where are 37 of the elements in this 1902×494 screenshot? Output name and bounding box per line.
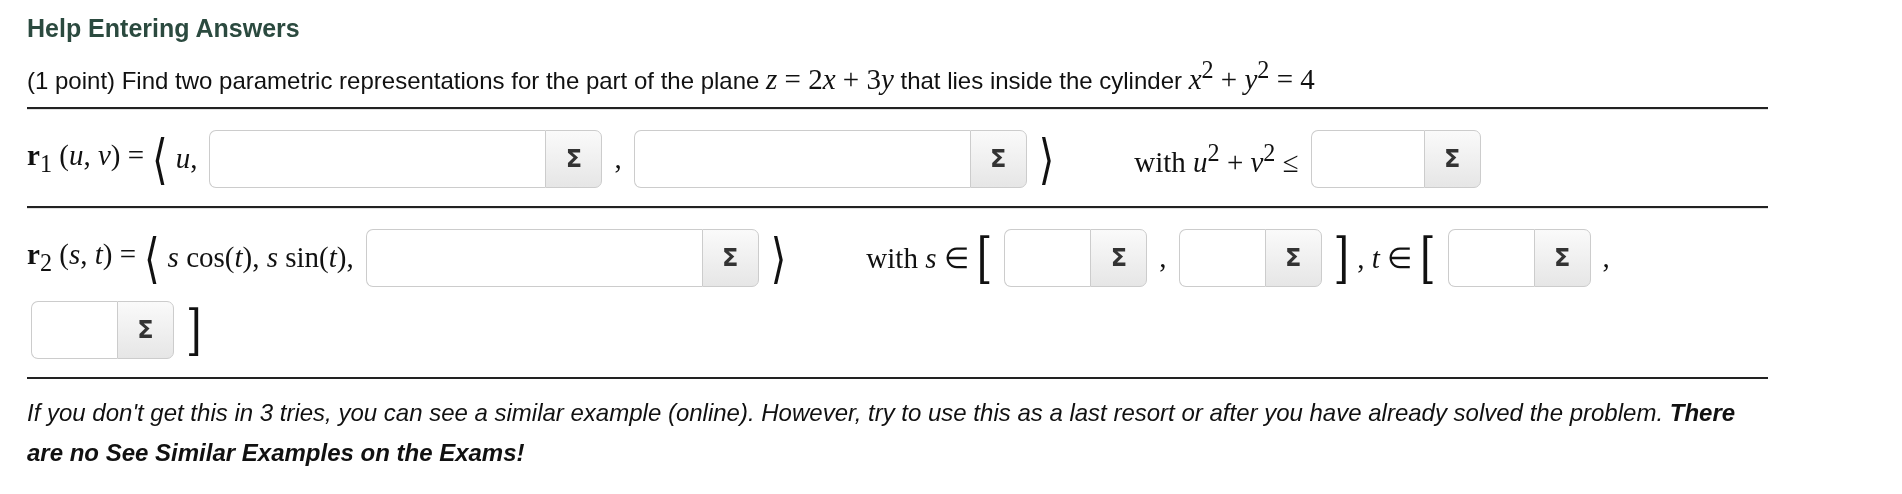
answer-field[interactable] <box>633 129 970 188</box>
math-delimiter: [ <box>976 225 993 291</box>
math-expression: r$_{1}$ (u, v) = <box>27 139 144 179</box>
equation-editor-button[interactable]: Σ <box>1533 228 1591 287</box>
math-delimiter: ⟨ <box>152 126 168 192</box>
math-delimiter: ⟩ <box>1038 126 1055 192</box>
answer-field[interactable] <box>31 300 117 359</box>
answer-field[interactable] <box>1447 228 1534 287</box>
math-expression: r$_{2}$ (s, t) = <box>27 238 136 278</box>
problem-statement: (1 point) Find two parametric representations for the part of the plane z = 2x + 3y that lies inside the cylinder x$^{2}$ + y$^{2}$ = 4 <box>27 50 1768 109</box>
equation-editor-button[interactable]: Σ <box>1264 228 1322 287</box>
answer-field[interactable] <box>1310 129 1424 188</box>
equation-editor-button[interactable]: Σ <box>117 300 174 359</box>
equation-editor-button[interactable]: Σ <box>1090 228 1148 287</box>
help-heading[interactable]: Help Entering Answers <box>27 10 300 46</box>
answer-field[interactable] <box>1178 228 1265 287</box>
math-expression: , <box>1602 241 1610 275</box>
math-delimiter: ] <box>186 297 202 363</box>
math-delimiter: ⟩ <box>770 225 787 291</box>
math-delimiter: ⟨ <box>144 225 160 291</box>
equation-editor-button[interactable]: Σ <box>969 129 1027 188</box>
answer-field[interactable] <box>209 129 546 188</box>
math-expression: , <box>614 142 622 176</box>
equation-editor-button[interactable]: Σ <box>1423 129 1481 188</box>
math-expression: , t ∈ <box>1357 240 1412 275</box>
math-expression: , <box>1159 241 1167 275</box>
answer-field[interactable] <box>1004 228 1091 287</box>
equation-editor-button[interactable]: Σ <box>701 228 759 287</box>
math-expression: with u$^{2}$ + v$^{2}$ ≤ <box>1134 138 1299 179</box>
math-delimiter: ] <box>1333 225 1350 291</box>
math-expression: with s ∈ <box>866 240 969 275</box>
math-expression: u, <box>175 142 198 176</box>
math-expression: s cos(t), s sin(t), <box>167 241 354 275</box>
equation-editor-button[interactable]: Σ <box>545 129 603 188</box>
math-delimiter: [ <box>1420 225 1436 291</box>
hint-paragraph: If you don't get this in 3 tries, you can see a similar example (online). However, try to use this as a last resort or after you have already solved the problem. There are no See Similar Examples on the Exams! <box>27 397 1737 468</box>
answer-field[interactable] <box>365 228 702 287</box>
